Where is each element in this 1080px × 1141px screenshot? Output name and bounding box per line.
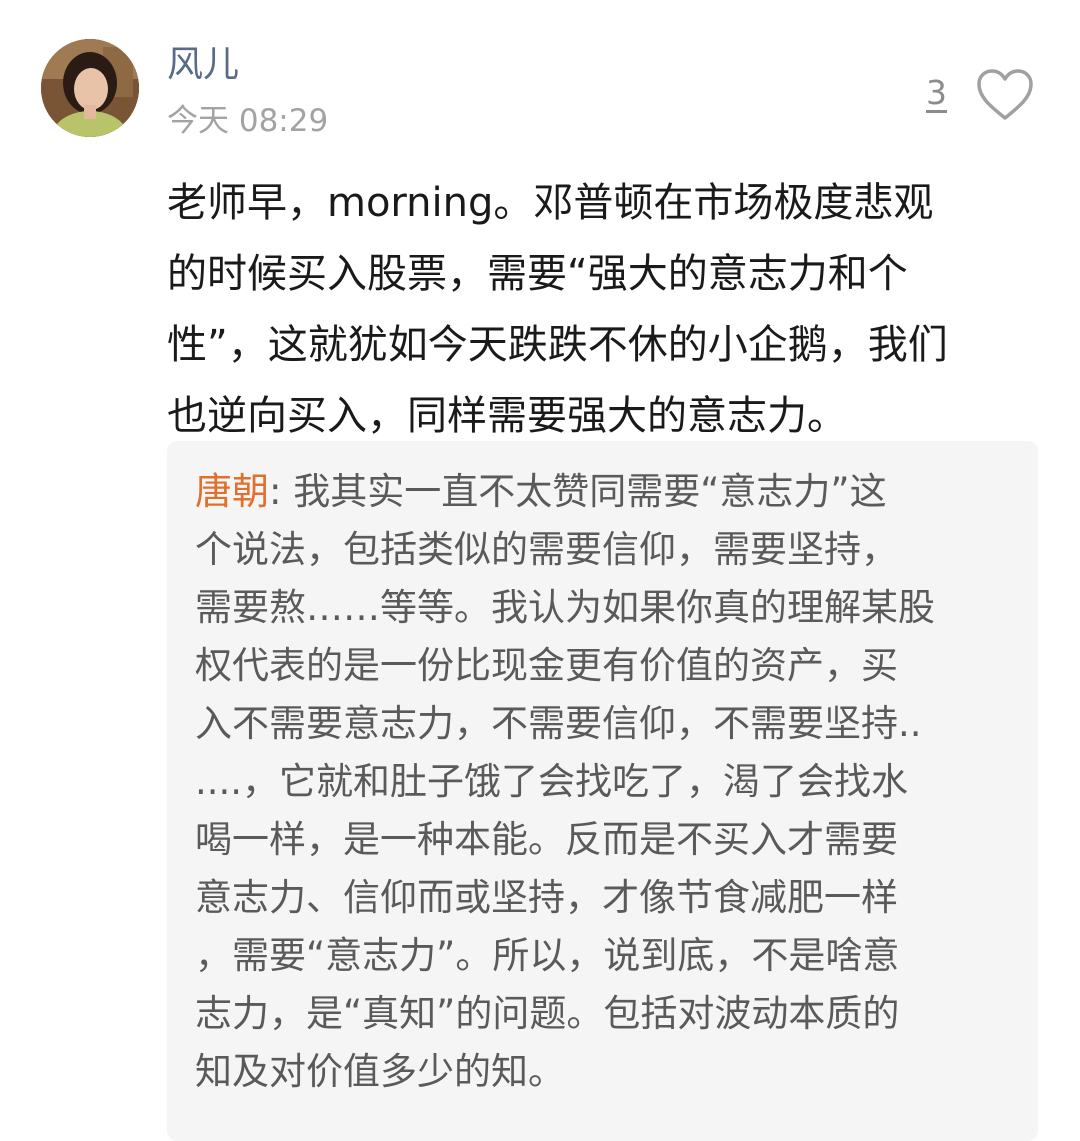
heart-outline-icon (977, 69, 1033, 120)
reply-separator: : (269, 470, 294, 513)
like-button[interactable] (976, 68, 1034, 122)
comment-text: 老师早，morning。邓普顿在市场极度悲观 的时候买入股票，需要“强大的意志力… (167, 180, 948, 439)
reply-content: 唐朝: 我其实一直不太赞同需要“意志力”这 个说法，包括类似的需要信仰，需要坚持… (195, 463, 1025, 1101)
reply-author[interactable]: 唐朝 (195, 470, 269, 513)
reply-text: 我其实一直不太赞同需要“意志力”这 个说法，包括类似的需要信仰，需要坚持， 需要… (195, 470, 935, 1093)
like-count[interactable]: 3 (926, 72, 947, 114)
comment-timestamp: 今天 08:29 (167, 103, 329, 139)
username[interactable]: 风儿 (167, 42, 239, 88)
avatar-photo (41, 39, 139, 137)
avatar[interactable] (41, 39, 139, 137)
